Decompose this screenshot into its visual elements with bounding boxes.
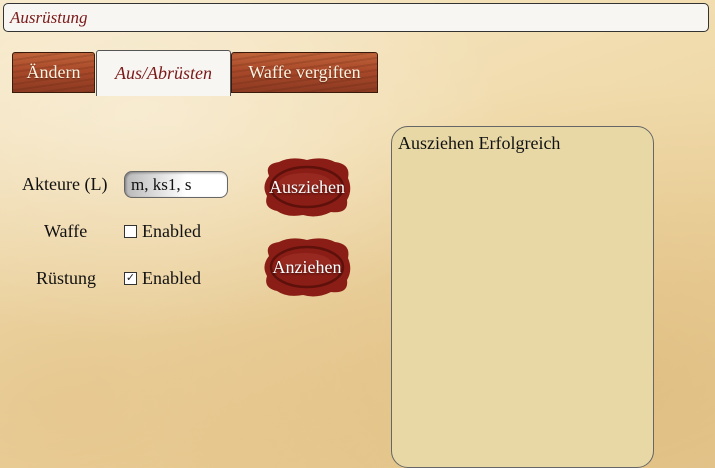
actors-input[interactable]: m, ks1, s bbox=[124, 171, 228, 198]
tab-waffe-vergiften[interactable]: Waffe vergiften bbox=[231, 52, 378, 93]
dress-button-label: Anziehen bbox=[272, 256, 342, 277]
tab-aendern-label: Ändern bbox=[26, 62, 81, 82]
undress-button-label: Ausziehen bbox=[269, 176, 345, 197]
title-bar: Ausrüstung bbox=[3, 3, 709, 32]
armor-enabled-checkbox[interactable]: ✓ Enabled bbox=[124, 268, 201, 289]
armor-checkbox-box[interactable]: ✓ bbox=[124, 272, 137, 285]
weapon-checkbox-box[interactable] bbox=[124, 225, 137, 238]
weapon-label: Waffe bbox=[44, 221, 88, 241]
actors-label: Akteure (L) bbox=[22, 174, 108, 194]
page-title: Ausrüstung bbox=[10, 8, 88, 27]
weapon-checkbox-label: Enabled bbox=[142, 221, 201, 241]
output-panel: Ausziehen Erfolgreich bbox=[391, 126, 654, 468]
tab-waffe-vergiften-label: Waffe vergiften bbox=[248, 62, 361, 82]
output-text: Ausziehen Erfolgreich bbox=[398, 133, 561, 153]
tab-aus-abruesten[interactable]: Aus/Abrüsten bbox=[96, 50, 231, 96]
tab-aus-abruesten-label: Aus/Abrüsten bbox=[115, 63, 212, 83]
tab-aendern[interactable]: Ändern bbox=[12, 52, 95, 93]
weapon-enabled-checkbox[interactable]: Enabled bbox=[124, 221, 201, 242]
dress-button[interactable]: Anziehen bbox=[261, 236, 353, 298]
armor-checkbox-label: Enabled bbox=[142, 268, 201, 288]
undress-button[interactable]: Ausziehen bbox=[261, 156, 353, 218]
armor-label: Rüstung bbox=[36, 268, 97, 288]
